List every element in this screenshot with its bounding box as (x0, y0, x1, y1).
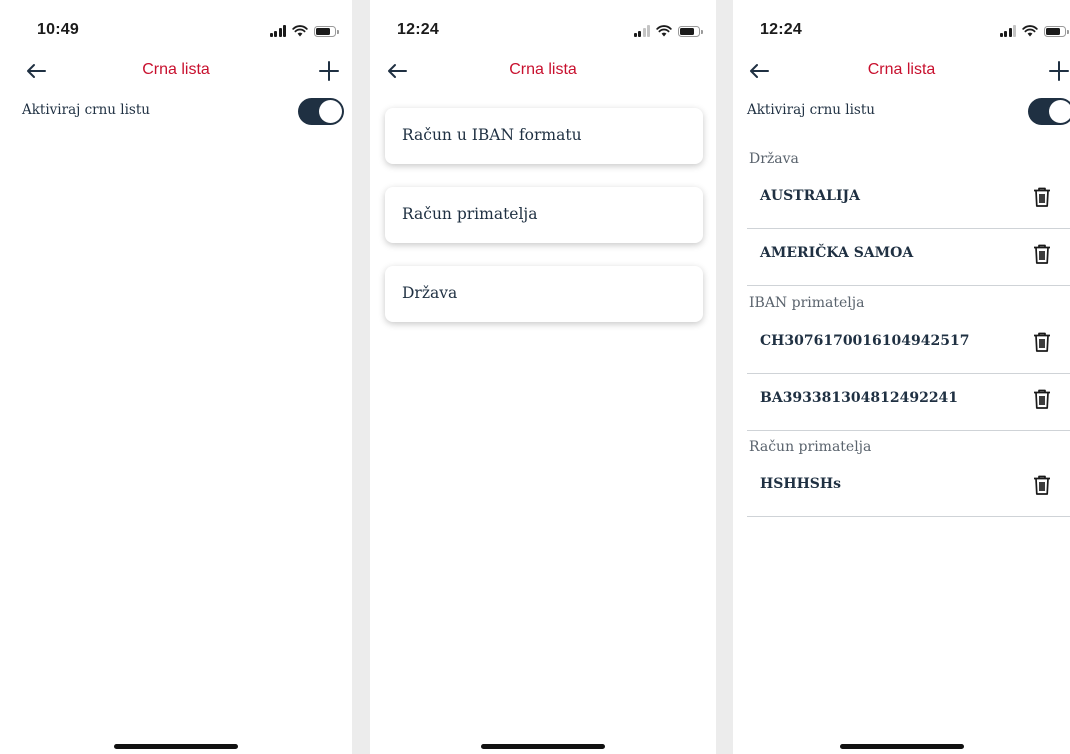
nav-bar: Crna lista (370, 56, 716, 86)
battery-icon (1044, 26, 1069, 37)
status-icons (633, 24, 703, 37)
list-item-label: AMERIČKA SAMOA (760, 245, 914, 261)
toggle-label: Aktiviraj crnu listu (22, 102, 150, 118)
list-item: CH3076170016104942517 (747, 316, 1062, 372)
wifi-icon (292, 25, 308, 37)
page-title: Crna lista (867, 61, 936, 78)
status-icons (999, 24, 1069, 37)
section-header-recipient-account: Račun primatelja (749, 439, 872, 455)
home-indicator[interactable] (114, 744, 238, 749)
blacklist-toggle-row: Aktiviraj crnu listu (0, 98, 352, 128)
option-recipient-account[interactable]: Račun primatelja (385, 187, 703, 243)
trash-icon[interactable] (1032, 331, 1052, 353)
divider (747, 430, 1070, 431)
status-bar: 12:24 (370, 0, 716, 62)
blacklist-toggle-row: Aktiviraj crnu listu (733, 98, 1070, 128)
trash-icon[interactable] (1032, 186, 1052, 208)
list-item-label: CH3076170016104942517 (760, 333, 970, 349)
plus-icon[interactable] (316, 58, 342, 84)
wifi-icon (1022, 25, 1038, 37)
phone-screen-3: 12:24 Crna lista Aktiviraj crnu listu Dr… (733, 0, 1070, 754)
toggle-knob (1049, 100, 1070, 123)
option-iban-account[interactable]: Račun u IBAN formatu (385, 108, 703, 164)
status-time: 12:24 (760, 21, 802, 38)
list-item-label: BA393381304812492241 (760, 390, 959, 406)
divider (747, 285, 1070, 286)
option-label: Račun primatelja (402, 205, 538, 223)
page-title: Crna lista (509, 61, 577, 78)
list-item: AUSTRALIJA (747, 171, 1062, 227)
battery-icon (678, 26, 703, 37)
option-label: Račun u IBAN formatu (402, 126, 582, 144)
status-time: 12:24 (397, 21, 439, 38)
trash-icon[interactable] (1032, 388, 1052, 410)
phone-screen-1: 10:49 Crna lista Aktiviraj crnu listu (0, 0, 352, 754)
status-icons (269, 24, 339, 37)
divider (747, 516, 1070, 517)
list-item-label: AUSTRALIJA (760, 188, 860, 204)
status-bar: 10:49 (0, 0, 352, 62)
status-bar: 12:24 (733, 0, 1070, 62)
signal-icon (999, 25, 1016, 37)
trash-icon[interactable] (1032, 243, 1052, 265)
page-title: Crna lista (142, 61, 210, 78)
option-country[interactable]: Država (385, 266, 703, 322)
option-label: Država (402, 284, 458, 302)
signal-icon (269, 25, 286, 37)
battery-icon (314, 26, 339, 37)
home-indicator[interactable] (839, 744, 964, 749)
blacklist-toggle[interactable] (298, 98, 344, 125)
trash-icon[interactable] (1032, 474, 1052, 496)
nav-bar: Crna lista (733, 56, 1070, 86)
section-header-country: Država (749, 151, 799, 167)
toggle-label: Aktiviraj crnu listu (747, 102, 875, 118)
toggle-knob (319, 100, 342, 123)
nav-bar: Crna lista (0, 56, 352, 86)
phone-screen-2: 12:24 Crna lista Račun u IBAN formatu Ra… (370, 0, 716, 754)
list-item: AMERIČKA SAMOA (747, 228, 1062, 284)
signal-icon (633, 25, 650, 37)
list-item: BA393381304812492241 (747, 373, 1062, 429)
blacklist-toggle[interactable] (1028, 98, 1070, 125)
home-indicator[interactable] (481, 744, 605, 749)
plus-icon[interactable] (1046, 58, 1070, 84)
list-item-label: HSHHSHs (760, 476, 842, 492)
section-header-iban: IBAN primatelja (749, 295, 865, 311)
wifi-icon (656, 25, 672, 37)
list-item: HSHHSHs (747, 459, 1062, 515)
status-time: 10:49 (37, 21, 79, 38)
